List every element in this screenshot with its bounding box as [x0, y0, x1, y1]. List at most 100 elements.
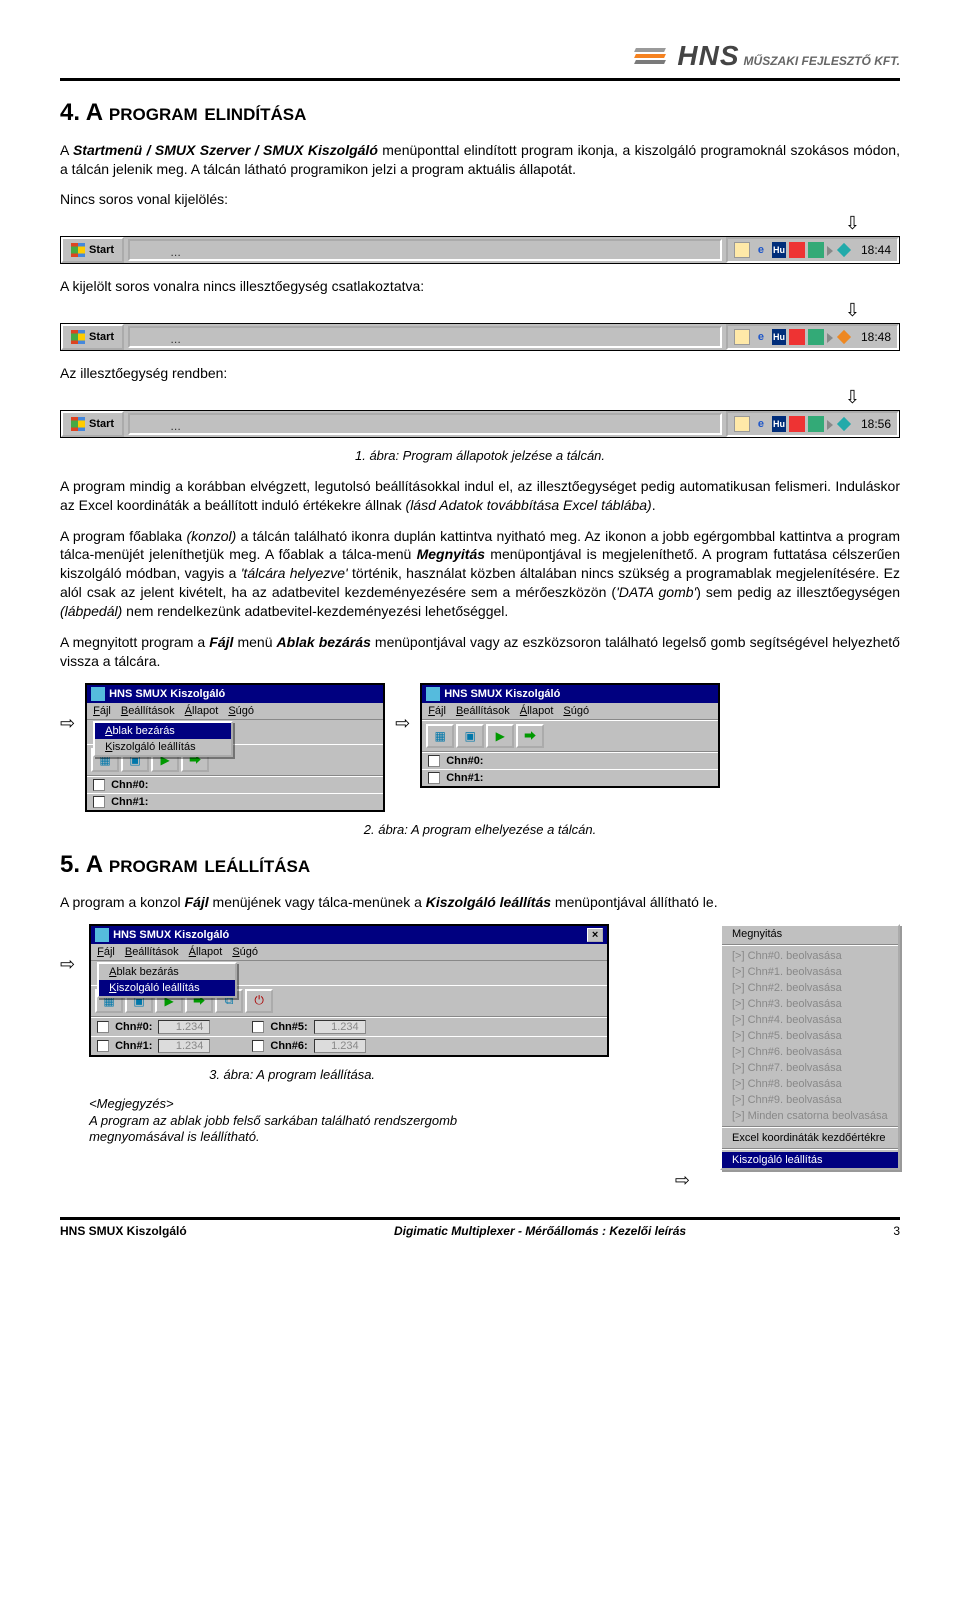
right-arrow-icon: ⇨: [60, 924, 75, 975]
smux-tray-icon[interactable]: [837, 330, 851, 344]
down-arrow-icon: ⇩: [60, 387, 900, 408]
footer-center: Digimatic Multiplexer - Mérőállomás : Ke…: [394, 1224, 686, 1238]
menu-help[interactable]: Súgó: [232, 946, 258, 958]
footer-left: HNS SMUX Kiszolgáló: [60, 1224, 187, 1238]
taskbar-spacer: …: [128, 413, 722, 435]
lang-indicator[interactable]: Hu: [772, 329, 786, 345]
system-tray: e Hu 18:48: [726, 324, 899, 350]
menu-help[interactable]: Súgó: [228, 705, 254, 717]
ctx-chn-5: [>] Chn#5. beolvasása: [722, 1028, 898, 1044]
ctx-chn-6: [>] Chn#6. beolvasása: [722, 1044, 898, 1060]
menu-settings[interactable]: Beállítások: [125, 946, 179, 958]
ctx-chn-8: [>] Chn#8. beolvasása: [722, 1076, 898, 1092]
file-dropdown: Ablak bezárás Kiszolgáló leállítás: [97, 962, 237, 998]
toolbar-btn-1[interactable]: ▦: [426, 724, 454, 748]
label-no-selection: Nincs soros vonal kijelölés:: [60, 191, 900, 207]
system-tray: e Hu 18:56: [726, 411, 899, 437]
channel-row-1: Chn#1:: [422, 769, 718, 786]
menu-item-close-window[interactable]: Ablak bezárás: [99, 964, 235, 980]
menu-file[interactable]: Fájl Ablak bezárás Kiszolgáló leállítás: [97, 946, 115, 958]
toolbar-btn-2[interactable]: ▣: [456, 724, 484, 748]
ie-icon: e: [753, 242, 769, 258]
note-icon: [734, 329, 750, 345]
volume-icon: [827, 420, 833, 430]
menu-item-close-window[interactable]: Ablak bezárás: [95, 723, 231, 739]
checkbox[interactable]: [97, 1040, 109, 1052]
page-footer: HNS SMUX Kiszolgáló Digimatic Multiplexe…: [60, 1217, 900, 1238]
windows-flag-icon: [71, 243, 85, 257]
menu-item-stop-server[interactable]: Kiszolgáló leállítás: [99, 980, 235, 996]
right-arrow-icon: ⇨: [60, 683, 75, 734]
checkbox[interactable]: [252, 1021, 264, 1033]
right-arrow-icon: ⇨: [395, 683, 410, 734]
ctx-stop-server[interactable]: Kiszolgáló leállítás: [722, 1152, 898, 1168]
taskbar-spacer: …: [128, 239, 722, 261]
menu-help[interactable]: Súgó: [563, 705, 589, 717]
clock: 18:44: [855, 243, 891, 257]
ctx-chn-3: [>] Chn#3. beolvasása: [722, 996, 898, 1012]
logo-sub-text: MŰSZAKI FEJLESZTŐ KFT.: [744, 54, 900, 68]
menu-settings[interactable]: Beállítások: [456, 705, 510, 717]
tray-context-menu: Megnyitás [>] Chn#0. beolvasása [>] Chn#…: [720, 924, 900, 1170]
toolbar-btn-6[interactable]: ⏻: [245, 989, 273, 1013]
app-icon: [91, 687, 105, 701]
ctx-chn-4: [>] Chn#4. beolvasása: [722, 1012, 898, 1028]
tray-icon-2: [808, 416, 824, 432]
checkbox[interactable]: [97, 1021, 109, 1033]
menubar: Fájl Ablak bezárás Kiszolgáló leállítás …: [87, 703, 383, 720]
menu-file[interactable]: Fájl: [428, 705, 446, 717]
close-icon[interactable]: ×: [587, 928, 603, 942]
toolbar-btn-4[interactable]: ⮕: [516, 724, 544, 748]
note-icon: [734, 416, 750, 432]
ctx-chn-1: [>] Chn#1. beolvasása: [722, 964, 898, 980]
ctx-excel-reset[interactable]: Excel koordináták kezdőértékre: [722, 1130, 898, 1146]
tray-icon-2: [808, 329, 824, 345]
menu-status[interactable]: Állapot: [520, 705, 554, 717]
checkbox[interactable]: [252, 1040, 264, 1052]
tray-icon-1: [789, 416, 805, 432]
titlebar: HNS SMUX Kiszolgáló: [87, 685, 383, 703]
page-header: HNS MŰSZAKI FEJLESZTŐ KFT.: [60, 40, 900, 72]
checkbox[interactable]: [93, 779, 105, 791]
file-dropdown: Ablak bezárás Kiszolgáló leállítás: [93, 721, 233, 757]
smux-tray-icon[interactable]: [837, 243, 851, 257]
ctx-chn-2: [>] Chn#2. beolvasása: [722, 980, 898, 996]
titlebar: HNS SMUX Kiszolgáló: [422, 685, 718, 703]
figure-3-row: ⇨ HNS SMUX Kiszolgáló× Fájl Ablak bezárá…: [60, 924, 900, 1170]
lang-indicator[interactable]: Hu: [772, 416, 786, 432]
menu-item-stop-server[interactable]: Kiszolgáló leállítás: [95, 739, 231, 755]
checkbox[interactable]: [428, 772, 440, 784]
app-window-left: HNS SMUX Kiszolgáló Fájl Ablak bezárás K…: [85, 683, 385, 812]
checkbox[interactable]: [93, 796, 105, 808]
smux-tray-icon[interactable]: [837, 417, 851, 431]
lang-indicator[interactable]: Hu: [772, 242, 786, 258]
clock: 18:56: [855, 417, 891, 431]
menu-file[interactable]: Fájl Ablak bezárás Kiszolgáló leállítás: [93, 705, 111, 717]
taskbar-screenshot-1: Start … e Hu 18:44: [60, 236, 900, 264]
channel-row-1: Chn#1:1.234Chn#6:1.234: [91, 1036, 607, 1055]
app-icon: [426, 687, 440, 701]
header-rule: [60, 78, 900, 81]
label-no-interface: A kijelölt soros vonalra nincs illesztőe…: [60, 278, 900, 294]
channel-row-1: Chn#1:: [87, 793, 383, 810]
checkbox[interactable]: [428, 755, 440, 767]
logo-main-text: HNS: [677, 40, 739, 72]
channel-row-0: Chn#0:1.234Chn#5:1.234: [91, 1017, 607, 1036]
menu-status[interactable]: Állapot: [189, 946, 223, 958]
channel-row-0: Chn#0:: [87, 776, 383, 793]
menubar: Fájl Ablak bezárás Kiszolgáló leállítás …: [91, 944, 607, 961]
menu-status[interactable]: Állapot: [185, 705, 219, 717]
section-5-p1: A program a konzol Fájl menüjének vagy t…: [60, 893, 900, 912]
figure-1-caption: 1. ábra: Program állapotok jelzése a tál…: [60, 448, 900, 463]
menu-settings[interactable]: Beállítások: [121, 705, 175, 717]
figure-2-caption: 2. ábra: A program elhelyezése a tálcán.: [60, 822, 900, 837]
volume-icon: [827, 246, 833, 256]
ctx-open[interactable]: Megnyitás: [722, 926, 898, 942]
toolbar-btn-3[interactable]: ▶: [486, 724, 514, 748]
start-button[interactable]: Start: [61, 324, 124, 350]
app-window-stop: HNS SMUX Kiszolgáló× Fájl Ablak bezárás …: [89, 924, 609, 1057]
company-logo: HNS MŰSZAKI FEJLESZTŐ KFT.: [677, 40, 900, 72]
ie-icon: e: [753, 416, 769, 432]
start-button[interactable]: Start: [61, 411, 124, 437]
start-button[interactable]: Start: [61, 237, 124, 263]
